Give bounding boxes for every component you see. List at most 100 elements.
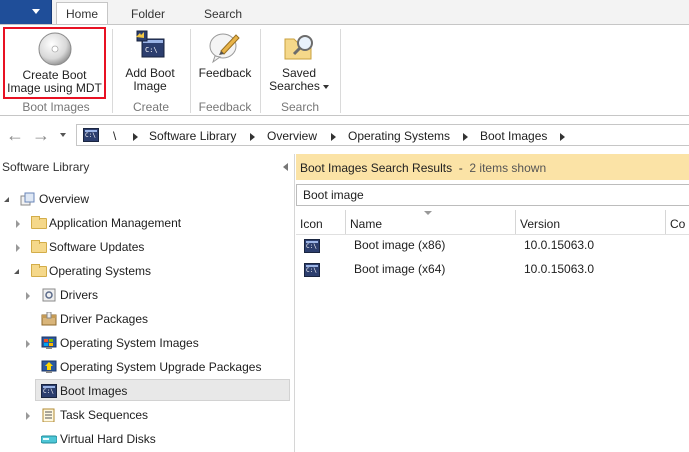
row-name: Boot image (x86) — [354, 238, 446, 252]
chevron-down-icon — [32, 9, 40, 14]
upgrade-package-icon — [41, 360, 57, 373]
breadcrumb-root-separator: \ — [113, 129, 117, 143]
table-row[interactable]: Boot image (x64) 10.0.15063.0 — [296, 258, 689, 280]
row-version: 10.0.15063.0 — [524, 238, 595, 252]
breadcrumb-arrow-icon[interactable] — [133, 133, 138, 141]
tab-search[interactable]: Search — [188, 2, 258, 24]
column-header-version[interactable]: Version — [516, 210, 666, 234]
collapsed-arrow-icon[interactable] — [26, 412, 30, 420]
add-boot-image-button[interactable]: C:\ Add Boot Image — [118, 27, 182, 99]
group-divider — [340, 29, 341, 113]
feedback-pen-icon — [209, 33, 240, 64]
ribbon-tab-bar: Home Folder Search — [0, 0, 689, 25]
tree-item-label: Application Management — [49, 216, 182, 230]
collapsed-arrow-icon[interactable] — [16, 244, 20, 252]
ribbon: Create Boot Image using MDT C:\ Add Boot… — [0, 24, 689, 116]
tree-item-label: Task Sequences — [60, 408, 149, 422]
tree-item-label: Operating System Images — [60, 336, 199, 350]
breadcrumb-arrow-icon[interactable] — [560, 133, 565, 141]
row-name: Boot image (x64) — [354, 262, 446, 276]
tree-item-application-management[interactable]: Application Management — [0, 212, 290, 234]
expanded-arrow-icon[interactable] — [14, 269, 19, 274]
group-label-search: Search — [280, 100, 320, 114]
folder-icon — [31, 240, 47, 253]
console-root-icon — [83, 128, 99, 145]
feedback-button[interactable]: Feedback — [196, 27, 254, 99]
overview-icon — [20, 192, 35, 206]
package-icon — [41, 312, 57, 326]
results-pane: Boot Images Search Results - 2 items sho… — [296, 154, 689, 452]
nav-pane-title: Software Library — [2, 160, 90, 174]
add-boot-image-label-2: Image — [133, 79, 167, 93]
tree-item-os-images[interactable]: Operating System Images — [0, 332, 290, 354]
tree-item-software-updates[interactable]: Software Updates — [0, 236, 290, 258]
tree-item-label: Overview — [39, 192, 90, 206]
console-add-icon: C:\ — [136, 30, 165, 58]
driver-icon — [42, 288, 56, 302]
collapsed-arrow-icon[interactable] — [16, 220, 20, 228]
saved-searches-button[interactable]: Saved Searches — [266, 27, 332, 99]
history-dropdown-icon[interactable] — [60, 133, 66, 137]
group-label-create: Create — [132, 100, 170, 114]
tree-item-drivers[interactable]: Drivers — [0, 284, 290, 306]
sort-descending-icon — [424, 211, 432, 215]
saved-searches-label-2: Searches — [266, 80, 332, 93]
collapsed-arrow-icon[interactable] — [26, 340, 30, 348]
breadcrumb-arrow-icon[interactable] — [331, 133, 336, 141]
tree-item-boot-images[interactable]: Boot Images — [35, 379, 290, 401]
table-row[interactable]: Boot image (x86) 10.0.15063.0 — [296, 234, 689, 256]
breadcrumb-overview[interactable]: Overview — [267, 129, 317, 143]
folder-icon — [31, 216, 47, 229]
tree-item-label: Software Updates — [49, 240, 145, 254]
feedback-label: Feedback — [198, 66, 252, 80]
tab-home[interactable]: Home — [56, 2, 108, 25]
row-version: 10.0.15063.0 — [524, 262, 595, 276]
results-header: Boot Images Search Results - 2 items sho… — [296, 154, 689, 180]
results-separator: - — [458, 161, 463, 175]
tree-item-os-upgrade-packages[interactable]: Operating System Upgrade Packages — [0, 356, 290, 378]
search-input[interactable] — [296, 184, 689, 206]
group-label-boot-images: Boot Images — [22, 100, 90, 114]
collapse-pane-icon[interactable] — [283, 163, 288, 171]
boot-image-icon — [304, 238, 320, 260]
back-arrow-icon[interactable]: ← — [6, 126, 24, 144]
tab-folder[interactable]: Folder — [112, 2, 184, 24]
tree-item-virtual-hard-disks[interactable]: Virtual Hard Disks — [0, 428, 290, 450]
collapsed-arrow-icon[interactable] — [26, 292, 30, 300]
tree-item-driver-packages[interactable]: Driver Packages — [0, 308, 290, 330]
expanded-arrow-icon[interactable] — [4, 197, 9, 202]
console-icon — [41, 383, 57, 405]
forward-arrow-icon[interactable]: → — [32, 126, 50, 144]
vhd-icon — [41, 435, 57, 444]
breadcrumb-arrow-icon[interactable] — [250, 133, 255, 141]
app-menu-button[interactable] — [0, 0, 52, 24]
tree-item-overview[interactable]: Overview — [0, 188, 290, 210]
column-header-icon[interactable]: Icon — [296, 210, 346, 234]
tree-item-label: Driver Packages — [60, 312, 149, 326]
svg-text:C:\: C:\ — [145, 46, 158, 54]
tree-item-label: Boot Images — [60, 384, 128, 398]
address-bar: ← → \ Software Library Overview Operatin… — [0, 120, 689, 150]
tree-item-operating-systems[interactable]: Operating Systems — [0, 260, 290, 282]
breadcrumb[interactable]: \ Software Library Overview Operating Sy… — [76, 124, 689, 146]
column-header-co[interactable]: Co — [666, 210, 689, 234]
breadcrumb-software-library[interactable]: Software Library — [149, 129, 236, 143]
os-image-icon — [41, 336, 57, 349]
task-sequence-icon — [42, 408, 55, 422]
tree-item-task-sequences[interactable]: Task Sequences — [0, 404, 290, 426]
folder-search-icon — [284, 35, 313, 60]
disc-icon — [38, 32, 71, 66]
results-title: Boot Images Search Results — [300, 161, 453, 175]
breadcrumb-operating-systems[interactable]: Operating Systems — [348, 129, 450, 143]
tree-item-label: Drivers — [60, 288, 98, 302]
breadcrumb-arrow-icon[interactable] — [463, 133, 468, 141]
boot-image-icon — [304, 262, 320, 284]
results-count: 2 items shown — [469, 161, 547, 175]
breadcrumb-boot-images[interactable]: Boot Images — [480, 129, 547, 143]
create-boot-image-button[interactable]: Create Boot Image using MDT — [3, 27, 106, 99]
folder-icon — [31, 264, 47, 277]
tree-item-label: Operating Systems — [49, 264, 152, 278]
chevron-down-icon — [322, 84, 329, 89]
tree-item-label: Virtual Hard Disks — [60, 432, 156, 446]
create-boot-image-label-2: Image using MDT — [7, 81, 102, 95]
